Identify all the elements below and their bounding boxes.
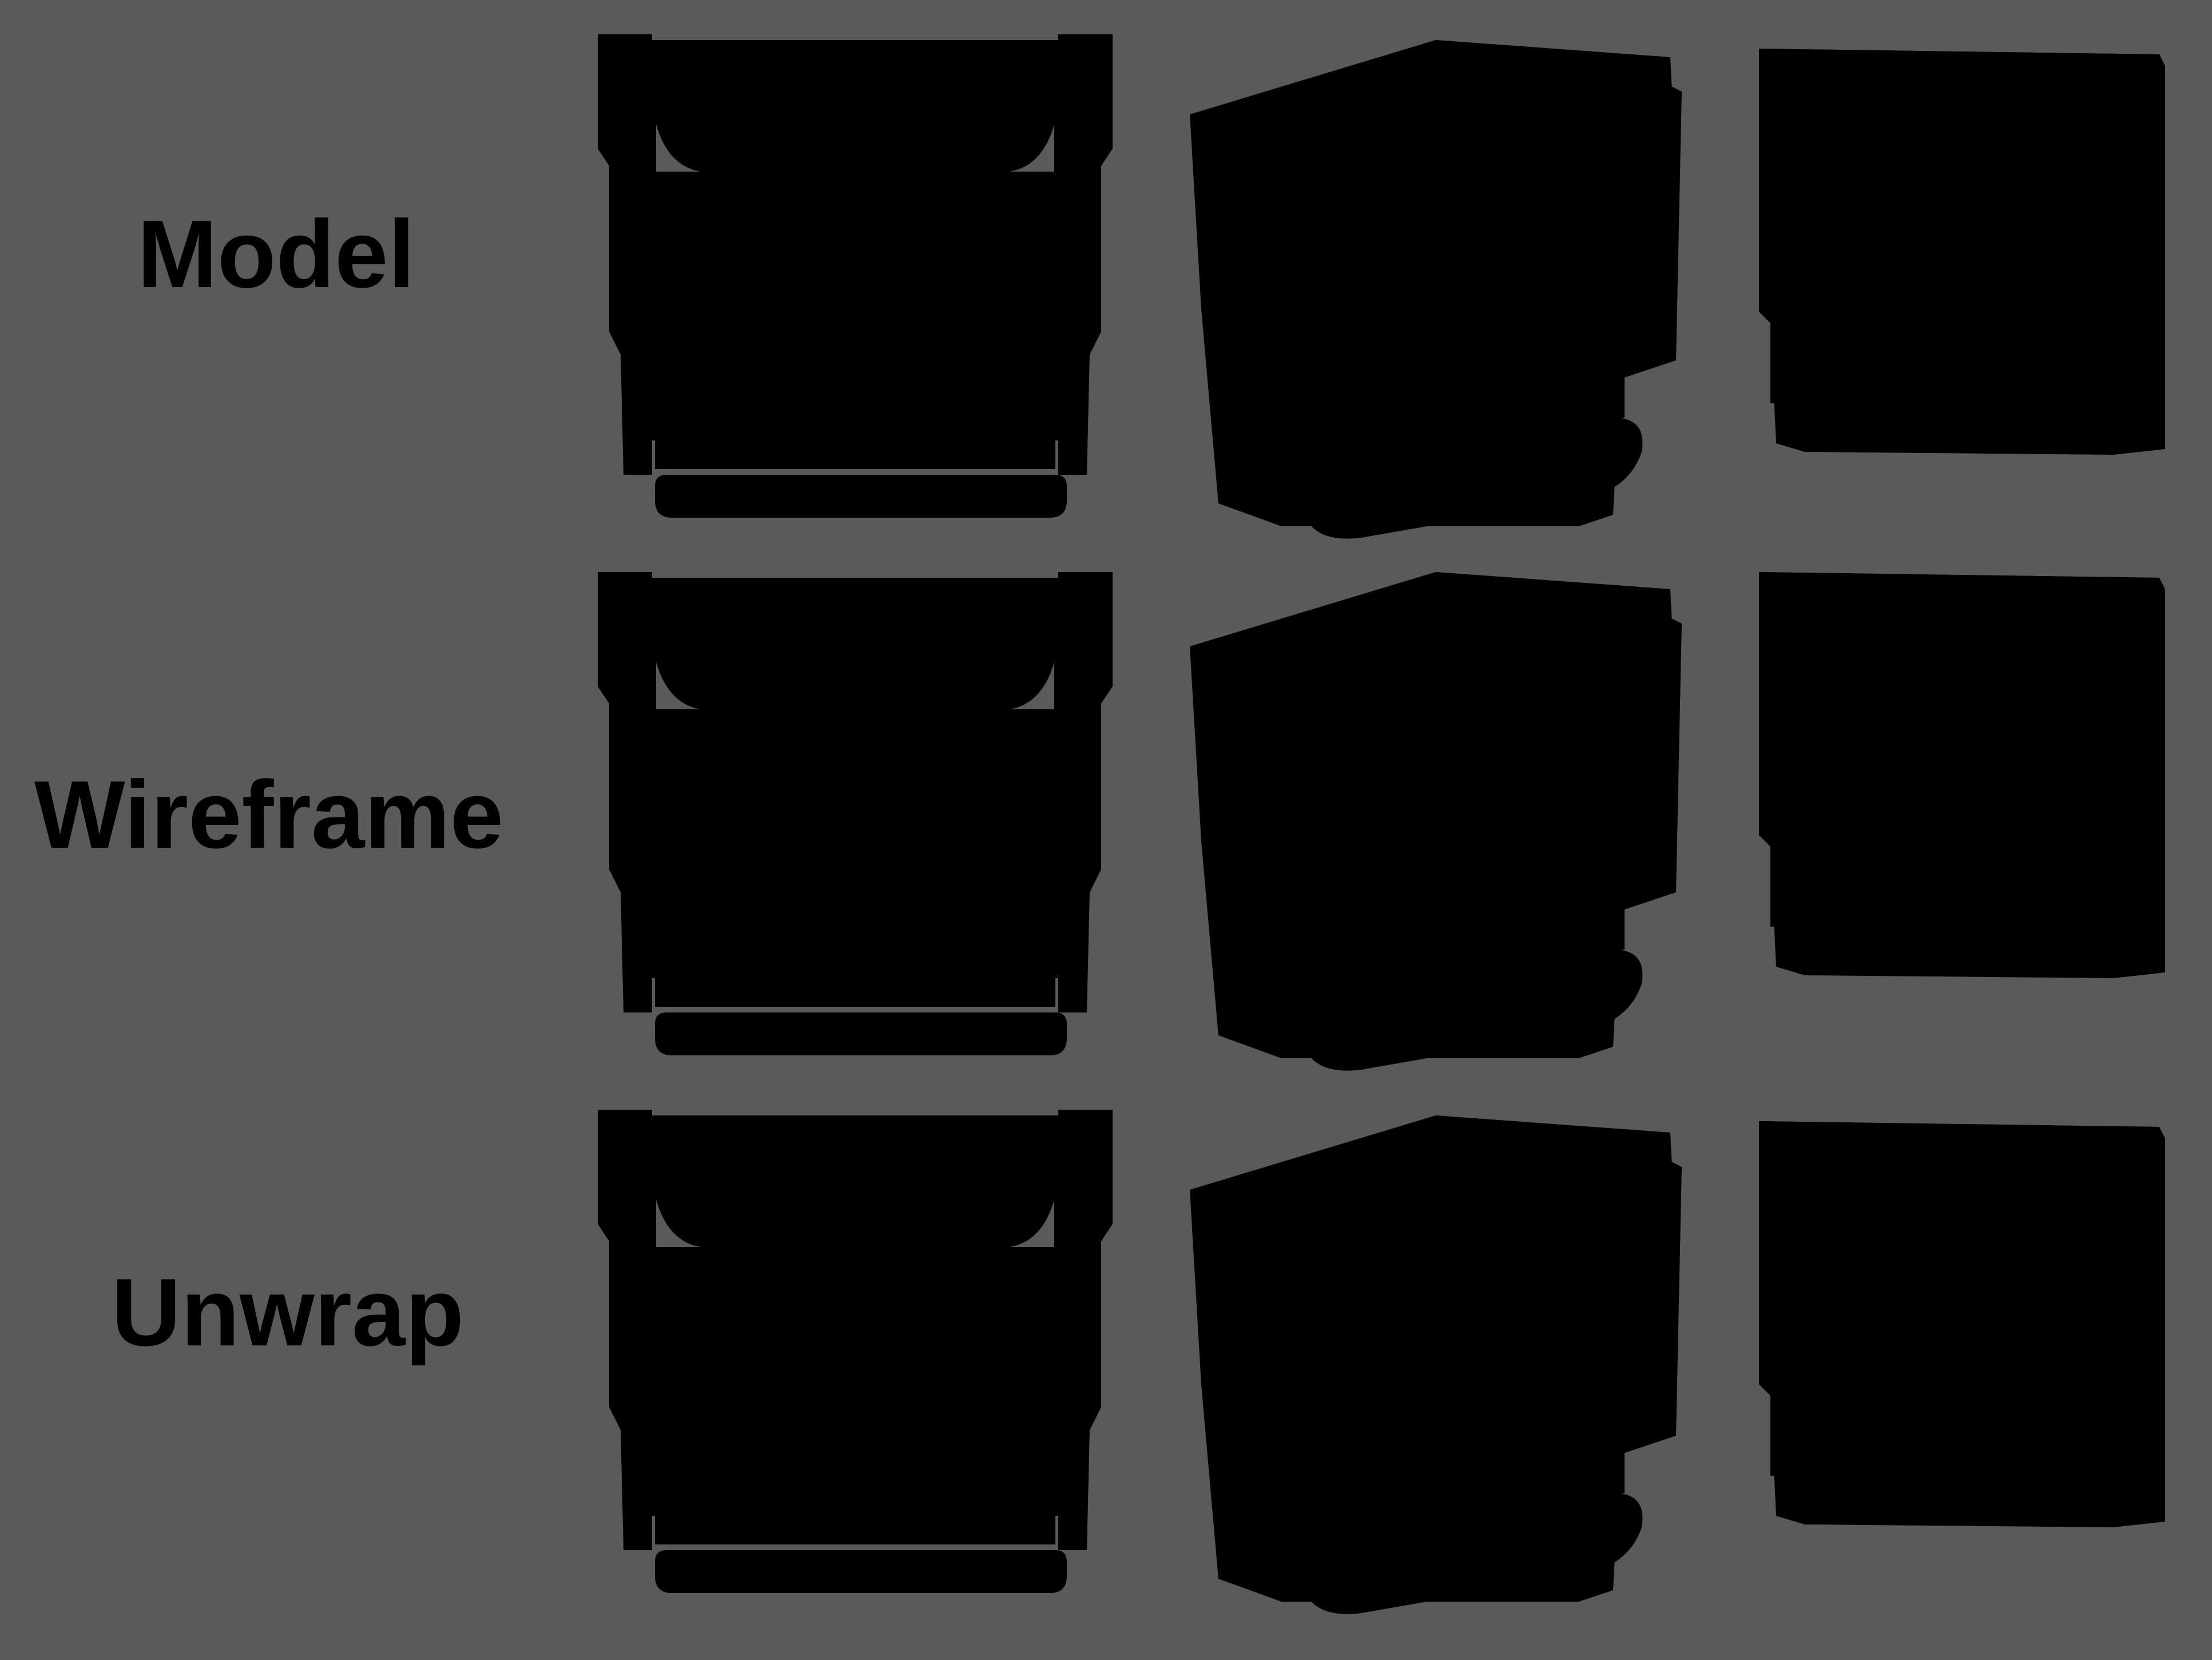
- model-front-view: [598, 34, 1113, 521]
- model-angled-view: [1759, 49, 2165, 455]
- row-label-unwrap: Unwrap: [112, 1258, 464, 1366]
- row-label-model: Model: [137, 200, 415, 308]
- row-label-wireframe: Wireframe: [34, 761, 504, 868]
- unwrap-perspective-view: [1190, 1115, 1682, 1619]
- model-perspective-view: [1190, 40, 1682, 543]
- unwrap-angled-view: [1759, 1121, 2165, 1527]
- wireframe-perspective-view: [1190, 572, 1682, 1075]
- unwrap-front-view: [598, 1110, 1113, 1596]
- wireframe-angled-view: [1759, 572, 2165, 978]
- wireframe-front-view: [598, 572, 1113, 1058]
